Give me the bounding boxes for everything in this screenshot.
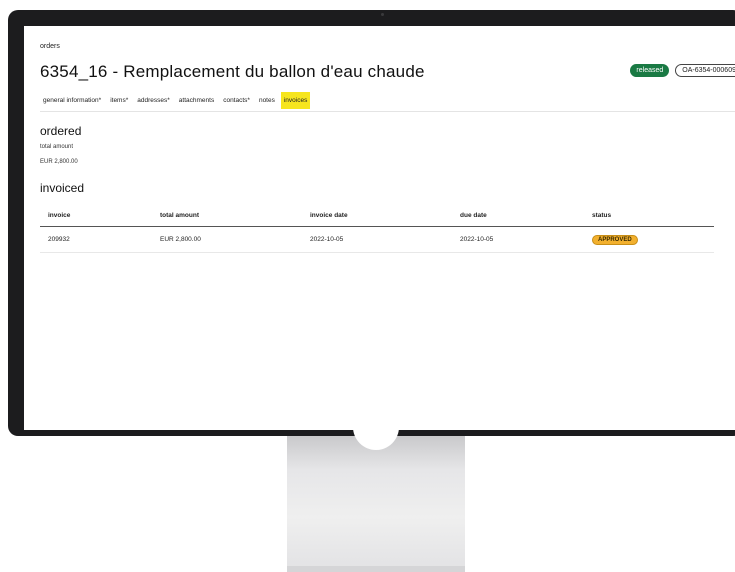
table-header: invoice total amount invoice date due da… xyxy=(40,204,714,227)
cell-invoice-date: 2022-10-05 xyxy=(310,236,344,243)
stand-foot xyxy=(287,566,465,572)
cell-invoice: 209932 xyxy=(48,236,70,243)
status-pill-approved: APPROVED xyxy=(592,234,638,245)
tab-notes[interactable]: notes xyxy=(256,92,278,109)
tab-items[interactable]: items* xyxy=(107,92,131,109)
tab-general-information[interactable]: general information* xyxy=(40,92,104,109)
column-header-invoice-date[interactable]: invoice date xyxy=(302,212,452,219)
cell-due-date: 2022-10-05 xyxy=(460,236,494,243)
tab-bar: general information* items* addresses* a… xyxy=(40,89,735,112)
monitor-frame: orders 6354_16 - Remplacement du ballon … xyxy=(8,10,735,436)
column-header-status[interactable]: status xyxy=(584,212,714,219)
tab-addresses[interactable]: addresses* xyxy=(134,92,173,109)
breadcrumb[interactable]: orders xyxy=(40,43,60,50)
ordered-heading: ordered xyxy=(40,124,82,138)
app-screen: orders 6354_16 - Remplacement du ballon … xyxy=(24,26,735,430)
tab-invoices[interactable]: invoices xyxy=(280,91,311,109)
cell-status: APPROVED xyxy=(584,234,714,245)
camera-icon xyxy=(381,13,384,16)
monitor-stand xyxy=(287,436,465,572)
page-title: 6354_16 - Remplacement du ballon d'eau c… xyxy=(40,62,425,81)
invoices-table: invoice total amount invoice date due da… xyxy=(40,204,714,253)
tab-contacts[interactable]: contacts* xyxy=(220,92,253,109)
header-badges: released OA-6354-000609 xyxy=(630,64,735,77)
invoiced-heading: invoiced xyxy=(40,181,85,195)
table-row[interactable]: 209932 EUR 2,800.00 2022-10-05 2022-10-0… xyxy=(40,227,714,253)
ordered-total-label: total amount xyxy=(40,144,74,150)
tab-attachments[interactable]: attachments xyxy=(176,92,217,109)
column-header-invoice[interactable]: invoice xyxy=(40,212,152,219)
ordered-total-value: EUR 2,800.00 xyxy=(40,159,78,165)
column-header-total-amount[interactable]: total amount xyxy=(152,212,302,219)
cell-total-amount: EUR 2,800.00 xyxy=(160,236,201,243)
order-code-badge: OA-6354-000609 xyxy=(675,64,735,77)
column-header-due-date[interactable]: due date xyxy=(452,212,584,219)
status-badge: released xyxy=(630,64,670,77)
